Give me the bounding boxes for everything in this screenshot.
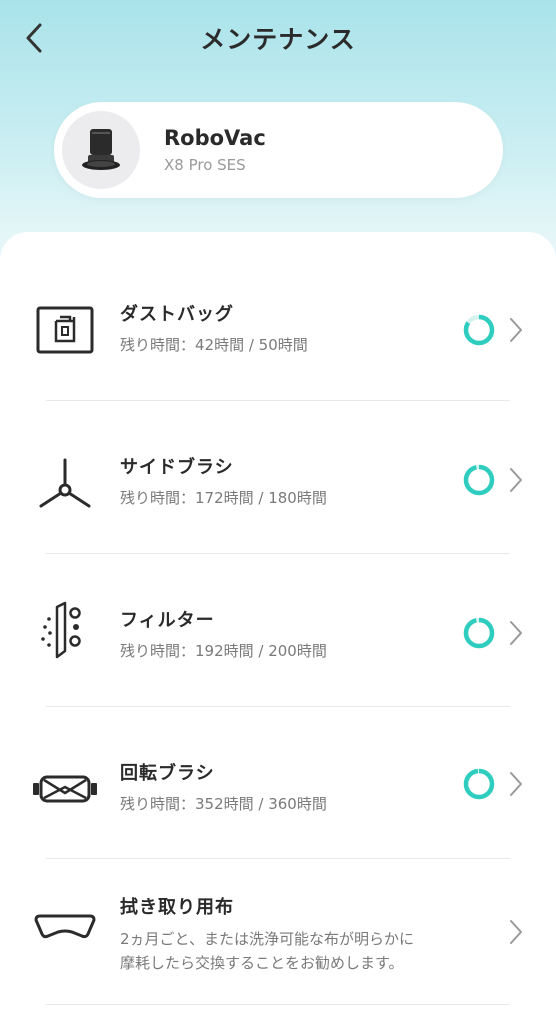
chevron-right-icon <box>510 920 522 944</box>
divider <box>46 1004 510 1005</box>
item-title: ダストバッグ <box>120 304 234 325</box>
device-name: RoboVac <box>164 126 266 150</box>
item-desc-line: 2ヵ月ごと、または洗浄可能な布が明らかに <box>120 930 414 948</box>
progress-ring-fill <box>463 464 495 496</box>
item-description: 2ヵ月ごと、または洗浄可能な布が明らかに 摩耗したら交換することをお勧めします。 <box>120 927 480 975</box>
item-remaining: 残り時間：172時間 / 180時間 <box>120 489 327 507</box>
item-desc-line: 摩耗したら交換することをお勧めします。 <box>120 954 404 972</box>
rolling-brush-icon <box>30 759 100 819</box>
divider <box>46 706 510 707</box>
device-model: X8 Pro SES <box>164 156 246 174</box>
side-brush-icon <box>30 453 100 513</box>
item-remaining: 残り時間：192時間 / 200時間 <box>120 642 327 660</box>
item-remaining: 残り時間：42時間 / 50時間 <box>120 336 308 354</box>
progress-ring-fill <box>463 617 495 649</box>
divider <box>46 858 510 859</box>
header: メンテナンス <box>0 0 556 74</box>
chevron-right-icon <box>510 468 522 492</box>
dust-bag-icon <box>30 300 100 360</box>
list-item-side-brush[interactable]: サイドブラシ 残り時間：172時間 / 180時間 <box>0 443 556 523</box>
progress-ring-fill <box>463 768 495 800</box>
item-remaining: 残り時間：352時間 / 360時間 <box>120 795 327 813</box>
device-card[interactable]: RoboVac X8 Pro SES <box>54 102 503 198</box>
list-item-filter[interactable]: フィルター 残り時間：192時間 / 200時間 <box>0 596 556 676</box>
divider <box>46 400 510 401</box>
list-item-rolling-brush[interactable]: 回転ブラシ 残り時間：352時間 / 360時間 <box>0 749 556 829</box>
progress-ring <box>463 314 495 346</box>
divider <box>46 553 510 554</box>
filter-icon <box>30 601 100 662</box>
progress-ring <box>463 768 495 800</box>
chevron-right-icon <box>510 621 522 645</box>
device-avatar <box>62 111 140 189</box>
progress-ring <box>463 464 495 496</box>
item-title: 拭き取り用布 <box>120 897 234 918</box>
page-title: メンテナンス <box>200 25 356 54</box>
item-title: 回転ブラシ <box>120 763 215 784</box>
robovac-station-icon <box>82 129 120 170</box>
item-title: フィルター <box>120 610 215 631</box>
chevron-right-icon <box>510 318 522 342</box>
list-item-dust-bag[interactable]: ダストバッグ 残り時間：42時間 / 50時間 <box>0 290 556 370</box>
list-item-mop-cloth[interactable]: 拭き取り用布 2ヵ月ごと、または洗浄可能な布が明らかに 摩耗したら交換することを… <box>0 893 556 973</box>
chevron-right-icon <box>510 772 522 796</box>
item-title: サイドブラシ <box>120 457 234 478</box>
progress-ring <box>463 617 495 649</box>
mop-cloth-icon <box>30 898 100 958</box>
